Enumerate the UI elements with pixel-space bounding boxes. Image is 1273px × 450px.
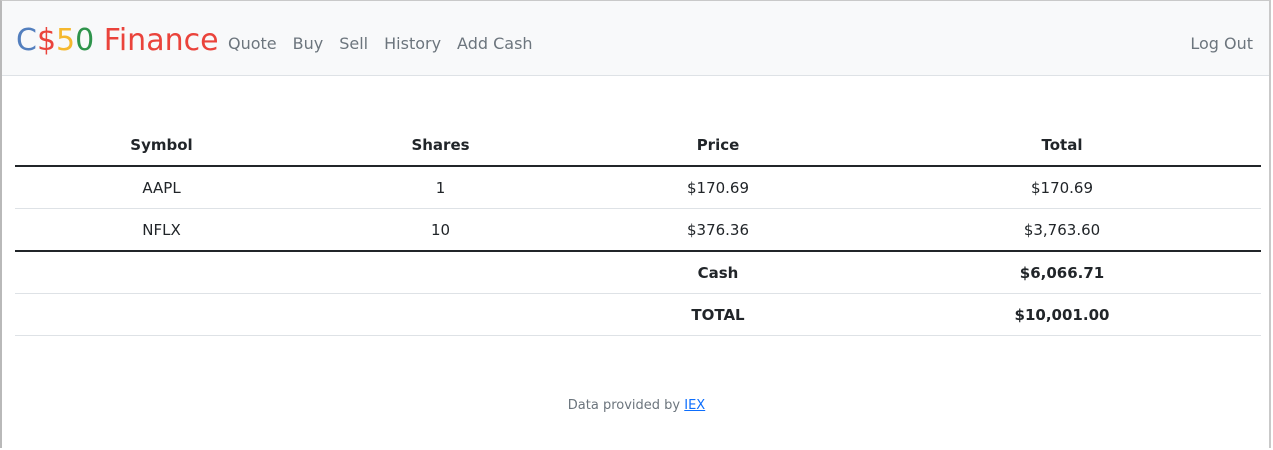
cash-row-spacer (15, 250, 573, 294)
nav-link-add-cash[interactable]: Add Cash (457, 34, 533, 54)
brand-dollar: $ (36, 23, 57, 58)
cell-shares: 1 (308, 166, 573, 209)
table-header-row: Symbol Shares Price Total (15, 125, 1261, 167)
cash-value: $6,066.71 (863, 250, 1261, 294)
nav-link-history[interactable]: History (384, 34, 441, 54)
portfolio-table-container: Symbol Shares Price Total AAPL 1 $170.69… (15, 125, 1261, 336)
cash-label: Cash (573, 250, 863, 294)
table-row: AAPL 1 $170.69 $170.69 (15, 166, 1261, 209)
cell-shares: 10 (430, 220, 451, 239)
total-row-spacer (15, 293, 573, 336)
header-total: Total (863, 125, 1261, 167)
brand-logo-link[interactable]: C$50 Finance (16, 22, 219, 60)
portfolio-table: Symbol Shares Price Total AAPL 1 $170.69… (15, 125, 1261, 336)
grand-total-label: TOTAL (573, 293, 863, 336)
brand-five: 5 (56, 23, 76, 58)
header-shares: Shares (308, 125, 573, 167)
cell-price: $170.69 (573, 166, 863, 209)
table-row: NFLX 10 $376.36 $3,763.60 (15, 209, 1261, 252)
cash-row: Cash $6,066.71 (15, 250, 1261, 294)
grand-total-row: TOTAL $10,001.00 (15, 293, 1261, 336)
logout-link[interactable]: Log Out (1190, 34, 1253, 54)
nav-link-buy[interactable]: Buy (293, 34, 324, 54)
cell-symbol: NFLX (142, 220, 181, 239)
header-symbol: Symbol (15, 125, 308, 167)
brand-zero: 0 (75, 23, 95, 58)
nav-link-sell[interactable]: Sell (339, 34, 368, 54)
iex-link[interactable]: IEX (684, 398, 705, 413)
nav-link-quote[interactable]: Quote (228, 34, 277, 54)
navbar: C$50 Finance Quote Buy Sell History Add … (2, 1, 1271, 76)
nav-links: Quote Buy Sell History Add Cash (228, 34, 533, 54)
cell-price: $376.36 (686, 220, 750, 239)
cell-symbol: AAPL (15, 166, 308, 209)
cell-total: $3,763.60 (1023, 220, 1101, 239)
cell-total: $170.69 (863, 166, 1261, 209)
brand-finance: Finance (94, 23, 219, 58)
brand-c: C (16, 23, 37, 58)
footer-text: Data provided by (567, 398, 685, 413)
grand-total-value: $10,001.00 (863, 293, 1261, 336)
footer: Data provided by IEX (0, 398, 1273, 413)
header-price: Price (573, 125, 863, 167)
